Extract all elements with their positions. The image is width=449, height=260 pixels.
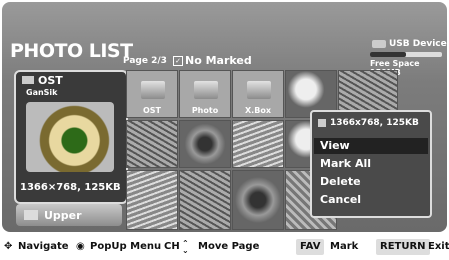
checkbox-icon: ✓ — [173, 55, 183, 66]
ch-label: CH — [164, 241, 180, 252]
popup-header: 1366x768, 125KB — [318, 118, 419, 128]
folder-item[interactable]: X.Box — [232, 70, 284, 118]
fav-button[interactable]: FAV — [296, 239, 325, 255]
folder-icon — [22, 76, 34, 84]
photo-thumbnail[interactable] — [232, 170, 284, 230]
menu-item-view[interactable]: View — [314, 138, 428, 154]
navigate-label: Navigate — [18, 241, 69, 252]
ok-button-icon: ◉ — [76, 241, 85, 252]
folder-item[interactable]: OST — [126, 70, 178, 118]
folder-label: OST — [142, 106, 162, 115]
ch-updown-icon: ⌃ ⌄ — [182, 239, 189, 255]
preview-info: 1366×768, 125KB — [20, 182, 121, 193]
menu-item-cancel[interactable]: Cancel — [314, 192, 428, 208]
upper-label: Upper — [44, 208, 82, 222]
preview-subtitle: GanSik — [26, 88, 58, 97]
folder-label: X.Box — [245, 106, 271, 115]
free-space-fill — [370, 52, 406, 57]
popup-menu-label: PopUp Menu — [90, 241, 162, 252]
upper-button[interactable]: Upper — [16, 204, 122, 226]
folder-up-icon — [24, 210, 38, 220]
folder-item[interactable]: Photo — [179, 70, 231, 118]
usb-icon — [372, 40, 386, 48]
free-space-bar — [370, 52, 442, 57]
popup-header-label: 1366x768, 125KB — [330, 118, 419, 128]
folder-label: Photo — [191, 106, 219, 115]
navigate-icon: ✥ — [4, 241, 13, 252]
photo-list-panel: PHOTO LIST Page 2/3 ✓ No Marked USB Devi… — [2, 2, 447, 232]
device-label: USB Device — [389, 39, 447, 49]
preview-panel: OST GanSik 1366×768, 125KB — [14, 70, 128, 204]
mark-label: Mark — [330, 241, 359, 252]
photo-thumbnail[interactable] — [179, 120, 231, 168]
menu-item-mark-all[interactable]: Mark All — [314, 156, 428, 172]
folder-icon — [247, 81, 271, 99]
photo-icon — [318, 119, 326, 127]
preview-image — [26, 102, 114, 172]
popup-menu: 1366x768, 125KB View Mark All Delete Can… — [310, 110, 432, 218]
marked-status: ✓ No Marked — [173, 54, 252, 67]
photo-thumbnail[interactable] — [232, 120, 284, 168]
device-indicator: USB Device — [372, 39, 447, 49]
preview-name: OST — [38, 74, 63, 87]
photo-thumbnail[interactable] — [179, 170, 231, 230]
photo-thumbnail[interactable] — [126, 170, 178, 230]
page-indicator: Page 2/3 — [123, 56, 167, 66]
exit-label: Exit — [428, 241, 449, 252]
photo-thumbnail[interactable] — [126, 120, 178, 168]
footer-help-bar: ✥ Navigate ◉ PopUp Menu CH ⌃ ⌄ Move Page … — [4, 239, 449, 256]
menu-item-delete[interactable]: Delete — [314, 174, 428, 190]
marked-label: No Marked — [185, 54, 252, 67]
page-title: PHOTO LIST — [10, 40, 133, 62]
folder-icon — [141, 81, 165, 99]
folder-icon — [194, 81, 218, 99]
return-button[interactable]: RETURN — [376, 239, 430, 255]
move-page-label: Move Page — [198, 241, 260, 252]
